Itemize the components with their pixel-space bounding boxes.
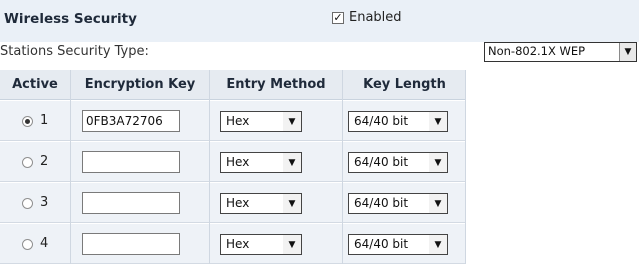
key-length-select[interactable]: 64/40 bit ▼ — [348, 234, 448, 255]
column-header-encryption-key: Encryption Key — [84, 77, 196, 92]
active-radio-3[interactable] — [22, 198, 33, 209]
security-type-label: Stations Security Type: — [0, 44, 149, 59]
section-title: Wireless Security — [4, 11, 137, 27]
encryption-key-input[interactable] — [82, 233, 180, 255]
dropdown-arrow-icon[interactable]: ▼ — [619, 43, 636, 61]
active-radio-1[interactable] — [22, 116, 33, 127]
dropdown-arrow-icon[interactable]: ▼ — [283, 112, 301, 131]
checkmark-icon: ✓ — [333, 10, 343, 24]
enabled-checkbox[interactable]: ✓ — [332, 10, 344, 24]
key-length-select[interactable]: 64/40 bit ▼ — [348, 111, 448, 132]
key-length-value: 64/40 bit — [354, 196, 409, 210]
key-length-value: 64/40 bit — [354, 155, 409, 169]
wep-keys-table: Active Encryption Key Entry Method Key L… — [0, 70, 466, 264]
dropdown-arrow-icon[interactable]: ▼ — [283, 153, 301, 172]
key-length-select[interactable]: 64/40 bit ▼ — [348, 193, 448, 214]
dropdown-arrow-icon[interactable]: ▼ — [283, 235, 301, 254]
security-type-select[interactable]: Non-802.1X WEP ▼ — [484, 42, 637, 62]
security-type-value: Non-802.1X WEP — [488, 44, 586, 58]
column-divider — [70, 70, 71, 264]
column-divider — [465, 70, 466, 264]
key-number: 1 — [40, 113, 49, 128]
key-number: 4 — [40, 236, 49, 251]
key-number: 2 — [40, 154, 49, 169]
active-radio-4[interactable] — [22, 239, 33, 250]
entry-method-value: Hex — [226, 155, 250, 169]
encryption-key-input[interactable] — [82, 192, 180, 214]
entry-method-select[interactable]: Hex ▼ — [220, 234, 302, 255]
dropdown-arrow-icon[interactable]: ▼ — [429, 235, 447, 254]
entry-method-value: Hex — [226, 237, 250, 251]
dropdown-arrow-icon[interactable]: ▼ — [429, 153, 447, 172]
active-radio-2[interactable] — [22, 157, 33, 168]
key-number: 3 — [40, 195, 49, 210]
encryption-key-input[interactable]: 0FB3A72706 — [82, 110, 180, 132]
entry-method-value: Hex — [226, 196, 250, 210]
encryption-key-input[interactable] — [82, 151, 180, 173]
enabled-label: Enabled — [349, 10, 402, 25]
key-length-value: 64/40 bit — [354, 237, 409, 251]
key-length-select[interactable]: 64/40 bit ▼ — [348, 152, 448, 173]
column-divider — [209, 70, 210, 264]
column-divider — [342, 70, 343, 264]
column-header-key-length: Key Length — [363, 77, 446, 92]
entry-method-select[interactable]: Hex ▼ — [220, 193, 302, 214]
wireless-security-header: Wireless Security ✓ Enabled — [0, 0, 639, 42]
enabled-toggle[interactable]: ✓ Enabled — [332, 10, 402, 25]
entry-method-select[interactable]: Hex ▼ — [220, 152, 302, 173]
entry-method-value: Hex — [226, 114, 250, 128]
column-header-active: Active — [12, 77, 58, 92]
column-header-entry-method: Entry Method — [226, 77, 326, 92]
entry-method-select[interactable]: Hex ▼ — [220, 111, 302, 132]
dropdown-arrow-icon[interactable]: ▼ — [429, 194, 447, 213]
key-length-value: 64/40 bit — [354, 114, 409, 128]
dropdown-arrow-icon[interactable]: ▼ — [283, 194, 301, 213]
dropdown-arrow-icon[interactable]: ▼ — [429, 112, 447, 131]
